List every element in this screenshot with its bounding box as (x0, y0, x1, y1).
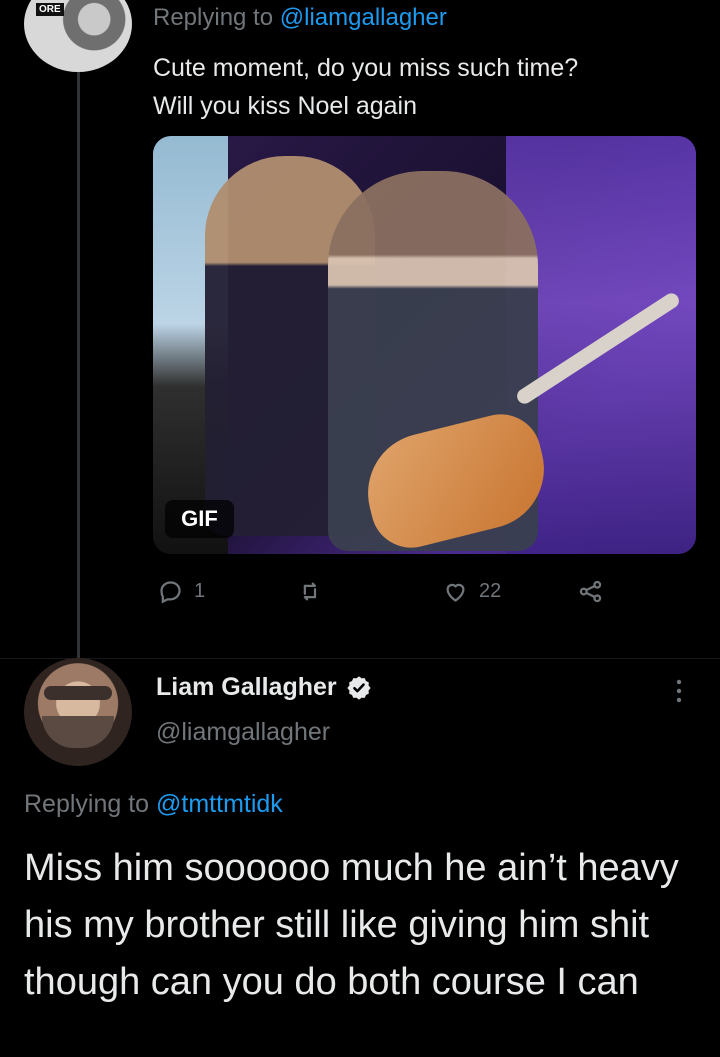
avatar-badge: ORE (36, 3, 64, 16)
share-action[interactable] (577, 578, 604, 605)
reply-prefix: Replying to (153, 4, 280, 31)
retweet-icon (303, 582, 317, 601)
reply-action[interactable]: 1 (157, 578, 205, 605)
author-handle[interactable]: @liamgallagher (156, 718, 330, 747)
gif-badge: GIF (165, 500, 234, 538)
reply-context-secondary: Replying to @tmttmtidk (24, 790, 283, 819)
tweet-separator (0, 658, 720, 659)
verified-icon (346, 675, 371, 700)
reply-prefix-secondary: Replying to (24, 790, 157, 818)
like-count: 22 (479, 580, 502, 602)
author-name[interactable]: Liam Gallagher (156, 673, 337, 702)
like-icon (446, 583, 465, 602)
tweet-actions: 1 22 (157, 578, 627, 612)
reply-mention-link[interactable]: @liamgallagher (280, 4, 447, 31)
tweet-text: Cute moment, do you miss such time? Will… (153, 54, 579, 120)
retweet-action[interactable] (297, 578, 324, 605)
like-action[interactable]: 22 (442, 578, 501, 605)
share-icon (579, 580, 602, 603)
more-icon[interactable] (667, 676, 691, 706)
thread-connector-line (77, 72, 80, 662)
reply-context: Replying to @liamgallagher (153, 4, 447, 32)
reply-tweet-text: Miss him soooooo much he ain’t heavy his… (24, 847, 679, 1003)
reply-mention-secondary-link[interactable]: @tmttmtidk (156, 790, 283, 818)
reply-icon (160, 581, 181, 604)
reply-count: 1 (194, 580, 206, 602)
tweet-media[interactable]: GIF (153, 136, 696, 554)
author-row: Liam Gallagher (156, 673, 373, 702)
author-avatar[interactable] (24, 658, 132, 766)
avatar[interactable]: ORE (24, 0, 132, 72)
